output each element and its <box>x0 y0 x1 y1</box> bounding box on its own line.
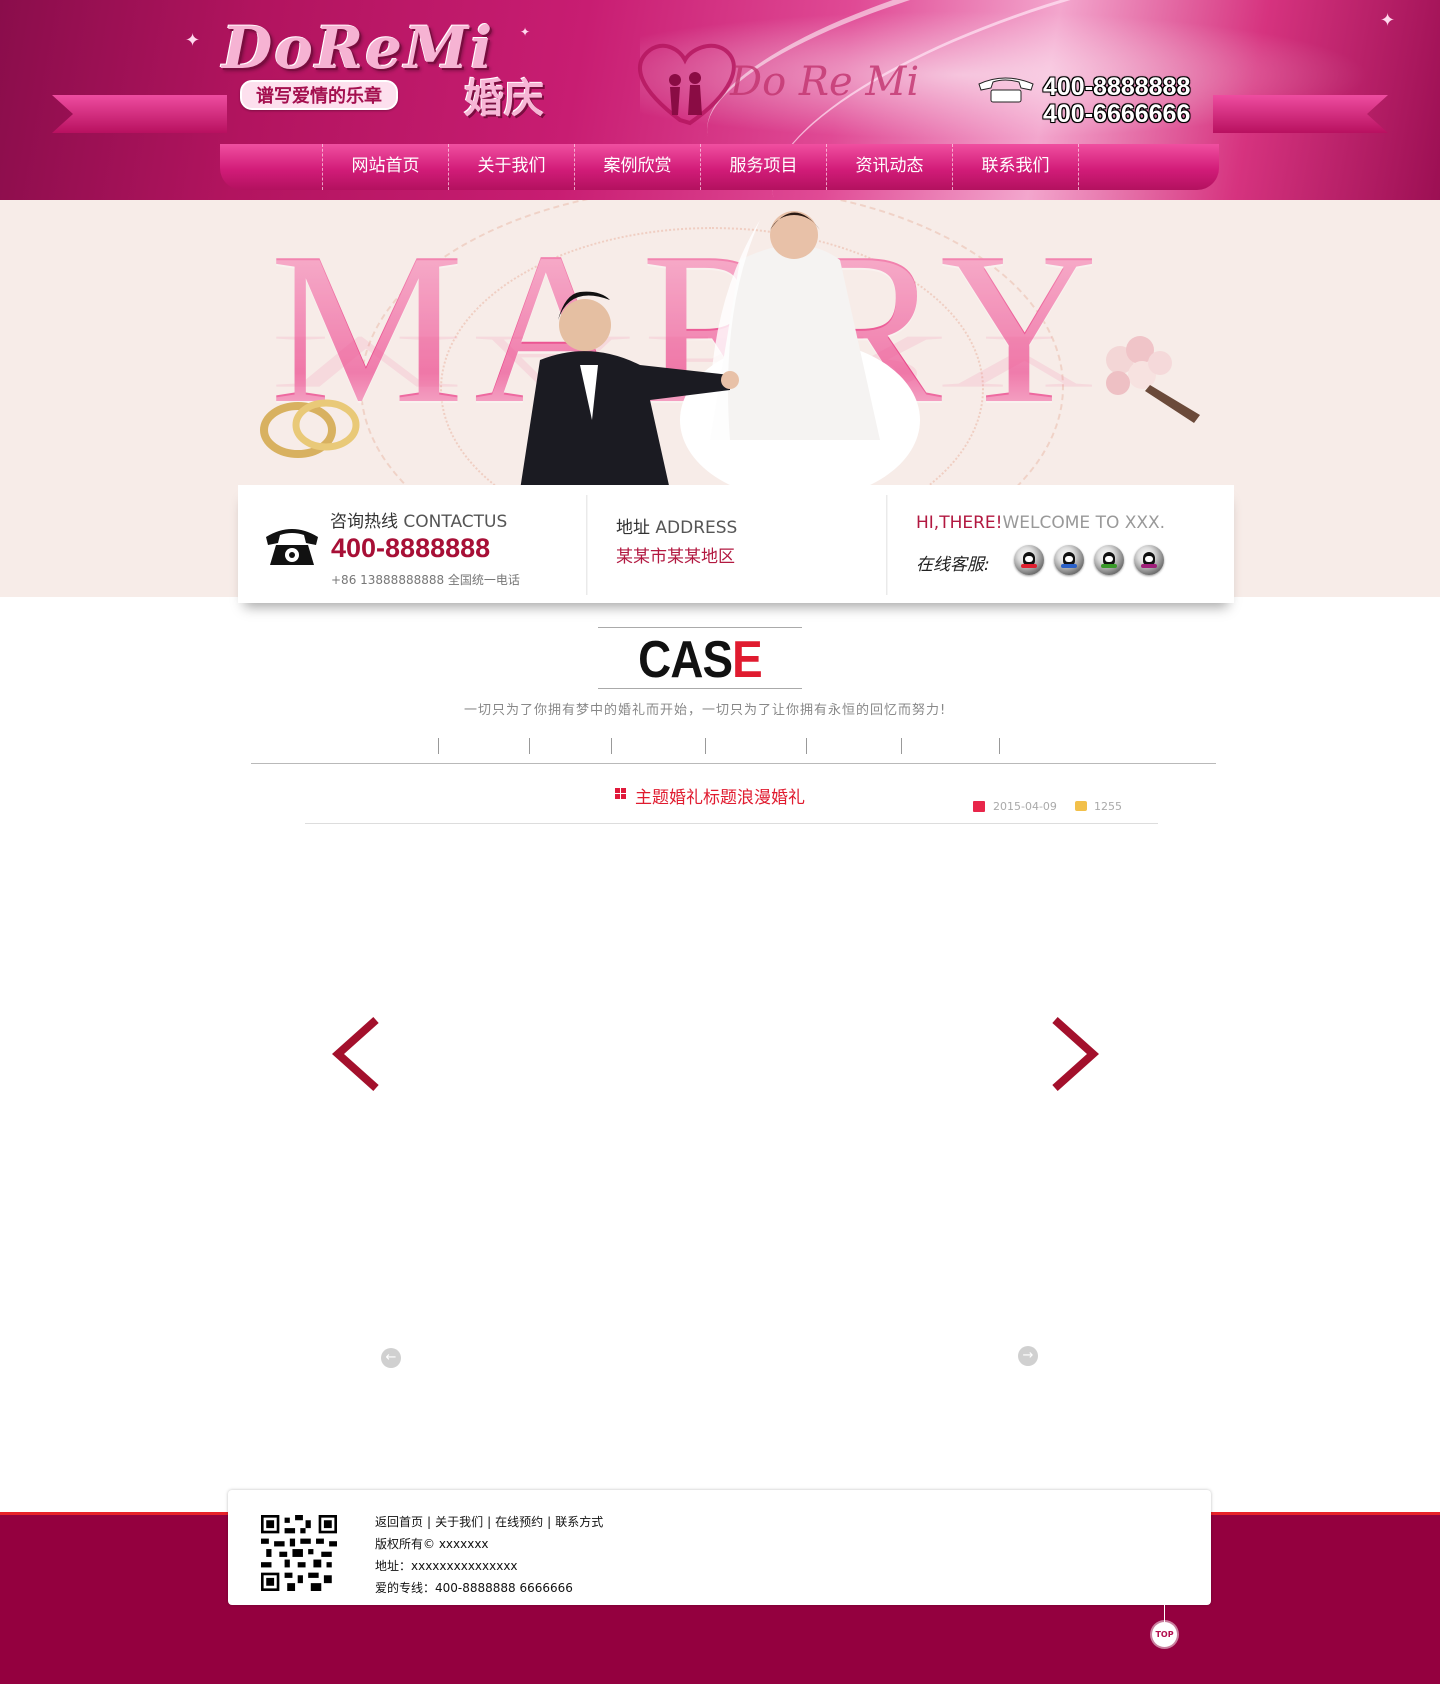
footer-link-home[interactable]: 返回首页 <box>375 1515 423 1529</box>
divider <box>886 495 888 595</box>
header-phone-1: 400-8888888 <box>1043 73 1191 101</box>
case-heading: CASE <box>598 627 802 689</box>
phone-icon <box>266 529 318 565</box>
grid-icon <box>615 788 626 799</box>
chevron-right-icon[interactable] <box>1043 1016 1103 1092</box>
sparkle-icon: ✦ <box>1380 10 1396 31</box>
svg-text:Do Re Mi: Do Re Mi <box>729 59 919 105</box>
nav-item-home[interactable]: 网站首页 <box>322 144 448 190</box>
case-item-title[interactable]: 主题婚礼标题浪漫婚礼 <box>635 783 805 808</box>
footer-hotline: 爱的专线：400-8888888 6666666 <box>375 1581 573 1595</box>
qq-service-1-icon[interactable] <box>1014 545 1044 575</box>
heart-couple-emblem: Do Re Mi <box>638 43 919 126</box>
case-item-date: 2015-04-09 <box>993 800 1057 813</box>
item-divider <box>305 823 1158 824</box>
case-title: CASE <box>638 631 762 689</box>
qq-service-4-icon[interactable] <box>1134 545 1164 575</box>
ribbon-right <box>1213 95 1388 133</box>
logo-wordmark[interactable]: DoReMi <box>222 14 494 82</box>
logo-slogan: 谱写爱情的乐章 <box>240 80 398 110</box>
address-label: 地址 ADDRESS <box>616 518 738 538</box>
footer-link-about[interactable]: 关于我们 <box>435 1515 483 1529</box>
online-service-label: 在线客服: <box>916 555 990 575</box>
nav-list: 网站首页 关于我们 案例欣赏 服务项目 资讯动态 联系我们 <box>322 144 1079 190</box>
address-value: 某某市某某地区 <box>616 547 735 567</box>
nav-item-contact[interactable]: 联系我们 <box>952 144 1079 190</box>
main-nav: 网站首页 关于我们 案例欣赏 服务项目 资讯动态 联系我们 <box>220 144 1219 190</box>
wedding-rings-icon <box>260 399 360 458</box>
consult-number: 400-8888888 <box>331 533 491 563</box>
tab-divider <box>901 738 902 754</box>
nav-item-cases[interactable]: 案例欣赏 <box>574 144 700 190</box>
arrow-right-icon[interactable]: → <box>1018 1346 1038 1366</box>
tab-divider <box>529 738 530 754</box>
case-tagline: 一切只为了你拥有梦中的婚礼而开始，一切只为了让你拥有永恒的回忆而努力! <box>464 703 947 718</box>
back-to-top-button[interactable]: TOP <box>1152 1622 1177 1647</box>
case-divider <box>251 763 1216 764</box>
calendar-icon <box>973 801 985 812</box>
tab-divider <box>806 738 807 754</box>
footer-link-booking[interactable]: 在线预约 <box>495 1515 543 1529</box>
qq-service-3-icon[interactable] <box>1094 545 1124 575</box>
ribbon-left <box>52 95 227 133</box>
consult-subtext: +86 13888888888 全国统一电话 <box>331 573 520 587</box>
footer-panel: 返回首页 | 关于我们 | 在线预约 | 联系方式 版权所有© xxxxxxx 地址：xxx… <box>228 1490 1211 1605</box>
logo-subtitle: 婚庆 <box>464 76 544 122</box>
tab-divider <box>611 738 612 754</box>
header-phone-2: 400-6666666 <box>1043 100 1191 128</box>
sparkle-icon: ✦ <box>185 30 201 51</box>
arrow-left-icon[interactable]: ← <box>381 1348 401 1368</box>
couple-photo <box>520 211 920 490</box>
case-item-views: 1255 <box>1094 800 1122 813</box>
tab-divider <box>705 738 706 754</box>
footer-link-contact[interactable]: 联系方式 <box>555 1515 603 1529</box>
consult-label: 咨询热线 CONTACTUS <box>330 512 508 532</box>
footer-links: 返回首页 | 关于我们 | 在线预约 | 联系方式 <box>375 1515 604 1529</box>
qq-service-2-icon[interactable] <box>1054 545 1084 575</box>
nav-item-about[interactable]: 关于我们 <box>448 144 574 190</box>
telephone-icon <box>978 77 1034 103</box>
nav-item-news[interactable]: 资讯动态 <box>826 144 952 190</box>
qr-code-icon <box>261 1515 337 1591</box>
case-category-tabs <box>438 738 1001 756</box>
contact-bar: 咨询热线 CONTACTUS 400-8888888 +86 138888888… <box>238 485 1234 603</box>
footer-copyright: 版权所有© xxxxxxx <box>375 1537 489 1551</box>
nav-item-services[interactable]: 服务项目 <box>700 144 826 190</box>
chevron-left-icon[interactable] <box>328 1016 388 1092</box>
divider <box>586 495 588 595</box>
comment-icon <box>1075 801 1087 811</box>
welcome-text: HI,THERE!WELCOME TO XXX. <box>916 513 1166 533</box>
tab-divider <box>999 738 1000 754</box>
footer-address: 地址：xxxxxxxxxxxxxxx <box>375 1559 518 1573</box>
bouquet-image <box>1106 336 1200 423</box>
tab-divider <box>438 738 439 754</box>
sparkle-icon: ✦ <box>520 25 531 39</box>
